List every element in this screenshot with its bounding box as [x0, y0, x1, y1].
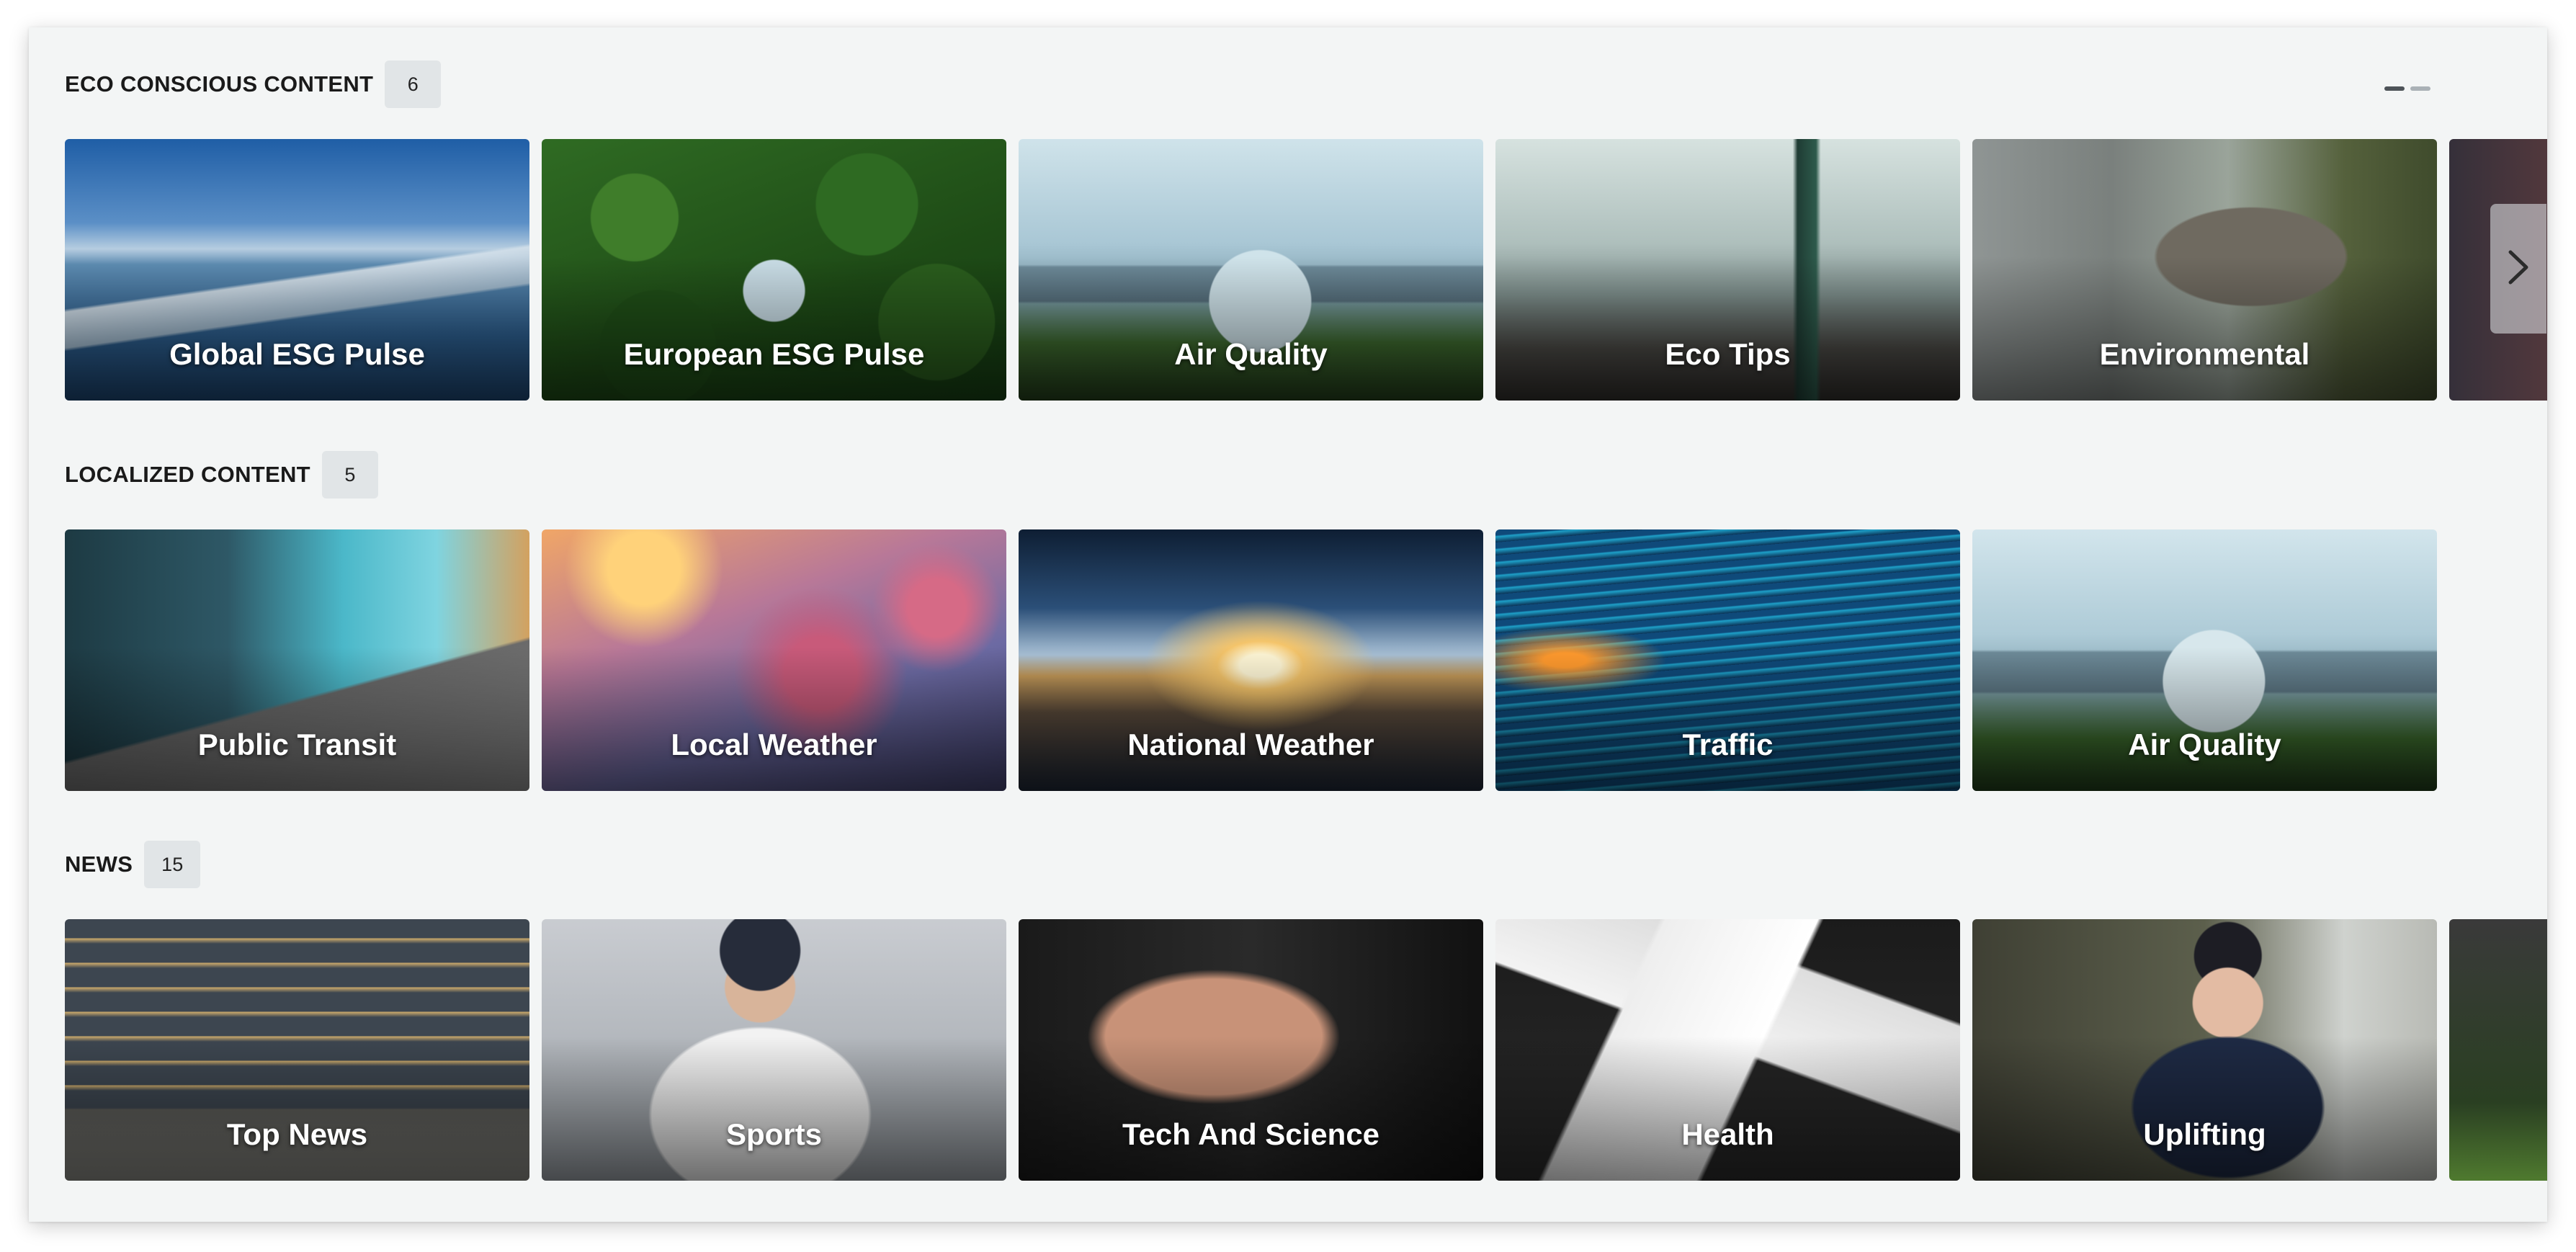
tile-environmental[interactable]: Environmental: [1972, 139, 2437, 401]
section-title: NEWS: [65, 851, 133, 877]
tile-european-esg-pulse[interactable]: European ESG Pulse: [542, 139, 1006, 401]
tile-national-weather[interactable]: National Weather: [1019, 529, 1483, 791]
section-title: ECO CONSCIOUS CONTENT: [65, 71, 374, 97]
carousel-pager: [2384, 86, 2430, 91]
tile-air-quality[interactable]: Air Quality: [1019, 139, 1483, 401]
tile-air-quality-local[interactable]: Air Quality: [1972, 529, 2437, 791]
tile-label: Air Quality: [1174, 337, 1328, 371]
tile-partial-next[interactable]: [2449, 919, 2547, 1181]
tile-public-transit[interactable]: Public Transit: [65, 529, 529, 791]
tile-global-esg-pulse[interactable]: Global ESG Pulse: [65, 139, 529, 401]
section-header-news: NEWS 15: [65, 841, 201, 888]
tile-label: Environmental: [2099, 337, 2310, 371]
section-header-eco: ECO CONSCIOUS CONTENT 6: [65, 61, 442, 108]
tile-label: Sports: [725, 1117, 822, 1151]
count-badge: 5: [321, 451, 378, 498]
tile-top-news[interactable]: Top News: [65, 919, 529, 1181]
tile-health[interactable]: Health: [1495, 919, 1960, 1181]
carousel-row-localized: Public Transit Local Weather National We…: [65, 529, 2547, 791]
tile-tech-and-science[interactable]: Tech And Science: [1019, 919, 1483, 1181]
tile-uplifting[interactable]: Uplifting: [1972, 919, 2437, 1181]
carousel-next-button[interactable]: [2490, 204, 2546, 334]
tile-local-weather[interactable]: Local Weather: [542, 529, 1006, 791]
tile-label: Top News: [226, 1117, 368, 1151]
tile-label: Air Quality: [2128, 728, 2281, 761]
chevron-right-icon: [2506, 248, 2531, 290]
tile-label: Traffic: [1682, 728, 1774, 761]
tile-label: Local Weather: [671, 728, 877, 761]
tile-label: Health: [1681, 1117, 1774, 1151]
section-title: LOCALIZED CONTENT: [65, 462, 310, 487]
tile-label: Tech And Science: [1122, 1117, 1380, 1151]
content-panel: ECO CONSCIOUS CONTENT 6 Global ESG Pulse…: [29, 27, 2547, 1222]
tile-sports[interactable]: Sports: [542, 919, 1006, 1181]
tile-label: Eco Tips: [1665, 337, 1791, 371]
section-header-localized: LOCALIZED CONTENT 5: [65, 451, 378, 498]
tile-label: Uplifting: [2143, 1117, 2266, 1151]
tile-eco-tips[interactable]: Eco Tips: [1495, 139, 1960, 401]
count-badge: 6: [385, 61, 442, 108]
pager-dot-1[interactable]: [2384, 86, 2405, 91]
tile-label: Global ESG Pulse: [169, 337, 425, 371]
carousel-row-eco: Global ESG Pulse European ESG Pulse Air …: [65, 139, 2547, 401]
tile-label: National Weather: [1127, 728, 1374, 761]
tile-label: Public Transit: [197, 728, 397, 761]
tile-label: European ESG Pulse: [623, 337, 925, 371]
count-badge: 15: [144, 841, 201, 888]
pager-dot-2[interactable]: [2410, 86, 2430, 91]
carousel-row-news: Top News Sports Tech And Science Health …: [65, 919, 2547, 1181]
tile-traffic[interactable]: Traffic: [1495, 529, 1960, 791]
